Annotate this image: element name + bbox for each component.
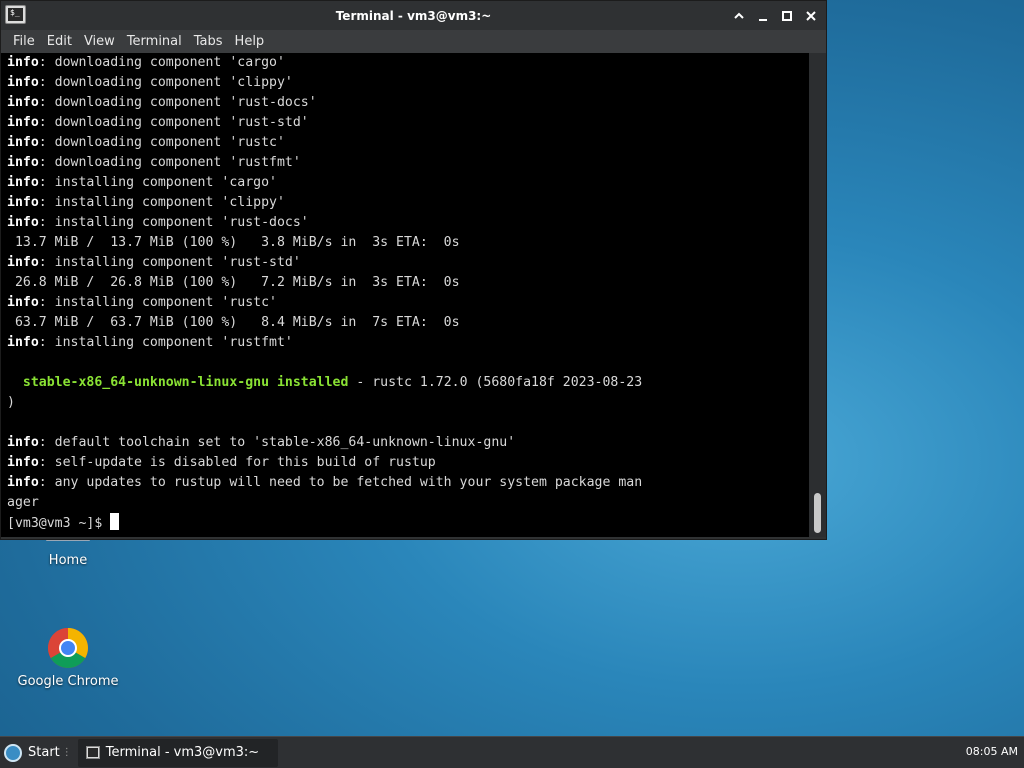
terminal-line: info: default toolchain set to 'stable-x…	[7, 433, 809, 453]
terminal-text: : installing component 'rust-std'	[38, 255, 301, 270]
menu-tabs[interactable]: Tabs	[188, 34, 229, 49]
terminal-line: 63.7 MiB / 63.7 MiB (100 %) 8.4 MiB/s in…	[7, 313, 809, 333]
terminal-line: 26.8 MiB / 26.8 MiB (100 %) 7.2 MiB/s in…	[7, 273, 809, 293]
terminal-text: : downloading component 'rust-std'	[38, 115, 309, 130]
terminal-line: info: installing component 'rust-std'	[7, 253, 809, 273]
log-level: info	[7, 175, 39, 190]
taskbar: Start ⋮ Terminal - vm3@vm3:~ 08:05 AM	[0, 736, 1024, 768]
log-level: info	[7, 475, 39, 490]
log-level: info	[7, 75, 39, 90]
terminal-line: info: downloading component 'rust-std'	[7, 113, 809, 133]
desktop-icon-label: Google Chrome	[17, 674, 119, 689]
log-level: info	[7, 155, 39, 170]
terminal-scrollbar[interactable]	[809, 53, 826, 537]
menubar: File Edit View Terminal Tabs Help	[1, 30, 826, 53]
chrome-icon	[48, 628, 88, 668]
log-level: info	[7, 195, 39, 210]
log-level: info	[7, 115, 39, 130]
log-level: info	[7, 335, 39, 350]
terminal-text: : downloading component 'rust-docs'	[38, 95, 317, 110]
log-level: info	[7, 295, 39, 310]
terminal-app-icon[interactable]: $_	[5, 5, 26, 24]
terminal-output[interactable]: info: downloading component 'cargo' info:…	[1, 53, 809, 537]
terminal-text: : downloading component 'rustfmt'	[38, 155, 301, 170]
desktop-icon-home[interactable]: Home	[8, 536, 128, 568]
menu-terminal[interactable]: Terminal	[121, 34, 188, 49]
terminal-text: : downloading component 'clippy'	[38, 75, 293, 90]
menu-edit[interactable]: Edit	[41, 34, 78, 49]
terminal-line: info: self-update is disabled for this b…	[7, 453, 809, 473]
start-button[interactable]: Start ⋮	[0, 737, 72, 768]
start-label: Start	[28, 745, 60, 760]
terminal-app-icon-glyph: $_	[10, 8, 20, 17]
terminal-window: $_ Terminal - vm3@vm3:~ File Edit View T…	[0, 0, 827, 540]
terminal-line: info: downloading component 'rustfmt'	[7, 153, 809, 173]
terminal-line: info: installing component 'rustc'	[7, 293, 809, 313]
terminal-text: : installing component 'rust-docs'	[38, 215, 309, 230]
terminal-text: : installing component 'cargo'	[38, 175, 277, 190]
terminal-text: : installing component 'rustc'	[38, 295, 277, 310]
log-level: info	[7, 135, 39, 150]
terminal-line: info: downloading component 'clippy'	[7, 73, 809, 93]
terminal-line: info: installing component 'rust-docs'	[7, 213, 809, 233]
terminal-line: )	[7, 393, 809, 413]
shell-prompt: [vm3@vm3 ~]$	[7, 516, 103, 531]
menu-view[interactable]: View	[78, 34, 121, 49]
terminal-line: info: downloading component 'rust-docs'	[7, 93, 809, 113]
terminal-text: 63.7 MiB / 63.7 MiB (100 %) 8.4 MiB/s in…	[7, 315, 460, 330]
terminal-prompt-line: [vm3@vm3 ~]$	[7, 513, 809, 533]
maximize-icon[interactable]	[776, 5, 798, 27]
desktop-icon-label: Home	[48, 553, 88, 568]
start-logo-icon	[4, 743, 22, 762]
install-status: stable-x86_64-unknown-linux-gnu installe…	[22, 375, 349, 390]
window-titlebar[interactable]: $_ Terminal - vm3@vm3:~	[1, 1, 826, 30]
terminal-text: : downloading component 'rustc'	[38, 135, 285, 150]
log-level: info	[7, 215, 39, 230]
taskbar-item-terminal[interactable]: Terminal - vm3@vm3:~	[77, 738, 278, 767]
terminal-text: : installing component 'clippy'	[38, 195, 285, 210]
terminal-line: info: downloading component 'rustc'	[7, 133, 809, 153]
terminal-text: : any updates to rustup will need to be …	[38, 475, 643, 490]
terminal-text: 26.8 MiB / 26.8 MiB (100 %) 7.2 MiB/s in…	[7, 275, 460, 290]
log-level: info	[7, 435, 39, 450]
text-cursor	[110, 513, 120, 530]
terminal-text: : self-update is disabled for this build…	[38, 455, 436, 470]
close-icon[interactable]	[800, 5, 822, 27]
terminal-text: 13.7 MiB / 13.7 MiB (100 %) 3.8 MiB/s in…	[7, 235, 460, 250]
terminal-text: ager	[7, 495, 39, 510]
terminal-line: ager	[7, 493, 809, 513]
log-level: info	[7, 455, 39, 470]
terminal-text: : default toolchain set to 'stable-x86_6…	[38, 435, 516, 450]
terminal-text: - rustc 1.72.0 (5680fa18f 2023-08-23	[348, 375, 643, 390]
terminal-line: info: installing component 'rustfmt'	[7, 333, 809, 353]
window-title: Terminal - vm3@vm3:~	[335, 8, 492, 23]
terminal-text: : downloading component 'cargo'	[38, 55, 285, 70]
terminal-line: info: downloading component 'cargo'	[7, 53, 809, 73]
menu-file[interactable]: File	[7, 34, 41, 49]
terminal-text: : installing component 'rustfmt'	[38, 335, 293, 350]
desktop-icon-google-chrome[interactable]: Google Chrome	[8, 626, 128, 689]
terminal-line: info: any updates to rustup will need to…	[7, 473, 809, 493]
log-level: info	[7, 55, 39, 70]
minimize-icon[interactable]	[752, 5, 774, 27]
terminal-line: 13.7 MiB / 13.7 MiB (100 %) 3.8 MiB/s in…	[7, 233, 809, 253]
clock: 08:05 AM	[965, 745, 1018, 758]
terminal-line: stable-x86_64-unknown-linux-gnu installe…	[7, 373, 809, 393]
terminal-text: )	[7, 395, 15, 410]
terminal-line: info: installing component 'clippy'	[7, 193, 809, 213]
chevron-up-icon[interactable]	[728, 5, 750, 27]
window-controls	[728, 5, 822, 27]
taskbar-item-label: Terminal - vm3@vm3:~	[105, 745, 260, 760]
log-level: info	[7, 255, 39, 270]
scrollbar-thumb[interactable]	[814, 493, 821, 533]
separator-icon: ⋮	[61, 747, 72, 758]
log-level: info	[7, 95, 39, 110]
terminal-line: info: installing component 'cargo'	[7, 173, 809, 193]
menu-help[interactable]: Help	[229, 34, 271, 49]
terminal-task-icon	[85, 746, 100, 759]
